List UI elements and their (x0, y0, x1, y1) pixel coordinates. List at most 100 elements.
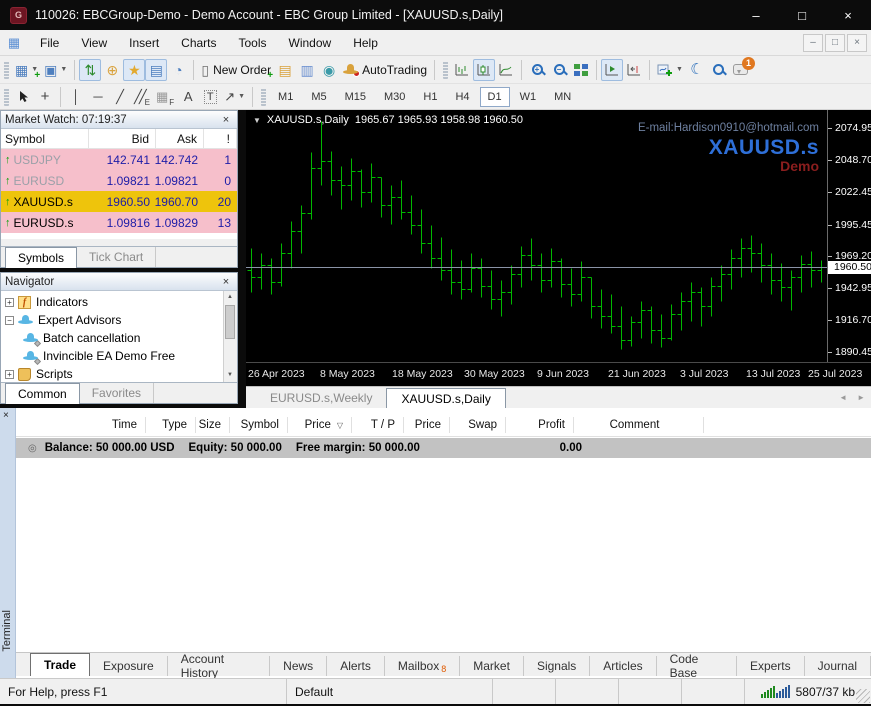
tab-common[interactable]: Common (5, 383, 80, 404)
text-label-button[interactable]: T (199, 86, 221, 108)
toolbar-grip[interactable] (443, 61, 448, 79)
zoom-in-button[interactable]: + (526, 59, 548, 81)
scroll-left-icon[interactable]: ◄ (839, 393, 847, 402)
tree-item-indicators[interactable]: + f Indicators (1, 293, 223, 311)
mdi-restore-button[interactable]: □ (825, 34, 845, 52)
chart-shift-button[interactable] (623, 59, 645, 81)
horizontal-line-button[interactable]: ─ (87, 86, 109, 108)
tab-mailbox[interactable]: Mailbox8 (385, 656, 460, 676)
column-profit[interactable]: Profit (506, 417, 574, 433)
data-window-button[interactable]: ⊕ (101, 59, 123, 81)
tab-experts[interactable]: Experts (737, 656, 805, 676)
tile-windows-button[interactable] (570, 59, 592, 81)
close-icon[interactable]: × (3, 410, 9, 421)
crosshair-button[interactable]: + (34, 86, 56, 108)
column-current-price[interactable]: Price (404, 417, 450, 433)
timeframe-d1-button[interactable]: D1 (480, 87, 510, 107)
minimize-button[interactable]: – (733, 0, 779, 30)
column-type[interactable]: Type (146, 417, 196, 433)
tab-code-base[interactable]: Code Base (657, 656, 737, 676)
search-button[interactable] (708, 59, 730, 81)
chat-button[interactable]: 1 (730, 59, 752, 81)
tab-favorites[interactable]: Favorites (80, 383, 154, 403)
signals-button[interactable]: ◉ (318, 59, 340, 81)
toolbar-grip[interactable] (4, 61, 9, 79)
tab-signals[interactable]: Signals (524, 656, 590, 676)
menu-insert[interactable]: Insert (118, 30, 170, 55)
tab-news[interactable]: News (270, 656, 327, 676)
navigator-scrollbar[interactable]: ▲ ▼ (223, 291, 236, 382)
add-indicator-button[interactable]: ▼ (654, 59, 686, 81)
arrows-tool-button[interactable]: ↗ ▼ (221, 86, 248, 108)
text-button[interactable]: A (177, 86, 199, 108)
equidistant-channel-button[interactable]: ╱╱ E (131, 86, 153, 108)
column-tp[interactable]: T / P (352, 417, 404, 433)
timeframe-m5-button[interactable]: M5 (303, 87, 334, 107)
table-row[interactable]: ↑EURUSD 1.09821 1.09821 0 (1, 170, 237, 191)
fibonacci-button[interactable]: ▦ F (153, 86, 177, 108)
balance-row[interactable]: ◎ Balance: 50 000.00 USD Equity: 50 000.… (16, 438, 871, 458)
close-button[interactable]: × (825, 0, 871, 30)
metaeditor-button[interactable]: ▤ (274, 59, 296, 81)
timeframe-m15-button[interactable]: M15 (337, 87, 374, 107)
column-open-price[interactable]: Price▽ (288, 417, 352, 433)
tab-articles[interactable]: Articles (590, 656, 656, 676)
time-axis[interactable]: 26 Apr 2023 8 May 2023 18 May 2023 30 Ma… (246, 362, 871, 386)
scrollbar-thumb[interactable] (225, 305, 235, 339)
maximize-button[interactable]: □ (779, 0, 825, 30)
new-order-button[interactable]: ▯ + New Order (198, 59, 274, 81)
menu-tools[interactable]: Tools (228, 30, 278, 55)
table-row[interactable]: ↑XAUUSD.s 1960.50 1960.70 20 (1, 191, 237, 212)
price-scale-axis[interactable]: 2074.952048.702022.451995.451969.201942.… (827, 110, 871, 362)
mdi-close-button[interactable]: × (847, 34, 867, 52)
terminal-toggle-button[interactable]: ▤ (145, 59, 167, 81)
tab-journal[interactable]: Journal (805, 656, 871, 676)
mql5-community-button[interactable]: ▥ (296, 59, 318, 81)
candlestick-chart-button[interactable] (473, 59, 495, 81)
zoom-out-button[interactable]: − (548, 59, 570, 81)
menu-charts[interactable]: Charts (170, 30, 227, 55)
menu-help[interactable]: Help (342, 30, 389, 55)
period-button[interactable]: ☾ (686, 59, 708, 81)
tree-item-scripts[interactable]: + Scripts (1, 365, 223, 382)
market-watch-toggle-button[interactable]: ⇅ (79, 59, 101, 81)
tree-item-batch-cancellation[interactable]: Batch cancellation (1, 329, 223, 347)
scroll-down-icon[interactable]: ▼ (224, 369, 236, 382)
close-icon[interactable]: × (219, 276, 233, 288)
table-row[interactable]: ↑USDJPY 142.741 142.742 1 (1, 149, 237, 170)
toolbar-grip[interactable] (261, 88, 266, 106)
tree-item-invincible-ea[interactable]: Invincible EA Demo Free (1, 347, 223, 365)
menu-window[interactable]: Window (278, 30, 343, 55)
status-profile[interactable]: Default (287, 679, 493, 704)
timeframe-m30-button[interactable]: M30 (376, 87, 413, 107)
vertical-line-button[interactable]: │ (65, 86, 87, 108)
chart-window[interactable]: ▼ XAUUSD.s,Daily 1965.67 1965.93 1958.98… (246, 110, 871, 386)
column-ask[interactable]: Ask (156, 129, 204, 148)
menu-file[interactable]: File (29, 30, 70, 55)
column-swap[interactable]: Swap (450, 417, 506, 433)
resize-grip[interactable] (856, 689, 870, 703)
expand-icon[interactable]: + (5, 370, 14, 379)
close-icon[interactable]: × (219, 114, 233, 126)
column-size[interactable]: Size (196, 417, 230, 433)
tab-alerts[interactable]: Alerts (327, 656, 385, 676)
tab-symbols[interactable]: Symbols (5, 247, 77, 268)
chart-tab-eurusd-weekly[interactable]: EURUSD.s,Weekly (256, 388, 386, 408)
tab-trade[interactable]: Trade (30, 653, 90, 676)
tab-tick-chart[interactable]: Tick Chart (77, 247, 156, 267)
column-time[interactable]: Time (94, 417, 146, 433)
column-bid[interactable]: Bid (89, 129, 156, 148)
tab-market[interactable]: Market (460, 656, 524, 676)
timeframe-mn-button[interactable]: MN (546, 87, 579, 107)
mdi-minimize-button[interactable]: – (803, 34, 823, 52)
chart-tab-xauusd-daily[interactable]: XAUUSD.s,Daily (386, 388, 505, 408)
new-chart-button[interactable]: ▦ + ▼ (12, 59, 41, 81)
cursor-button[interactable] (12, 86, 34, 108)
line-chart-button[interactable] (495, 59, 517, 81)
trendline-button[interactable]: ╱ (109, 86, 131, 108)
timeframe-m1-button[interactable]: M1 (270, 87, 301, 107)
column-symbol[interactable]: Symbol (230, 417, 288, 433)
timeframe-h4-button[interactable]: H4 (447, 87, 477, 107)
timeframe-h1-button[interactable]: H1 (415, 87, 445, 107)
collapse-icon[interactable]: − (5, 316, 14, 325)
